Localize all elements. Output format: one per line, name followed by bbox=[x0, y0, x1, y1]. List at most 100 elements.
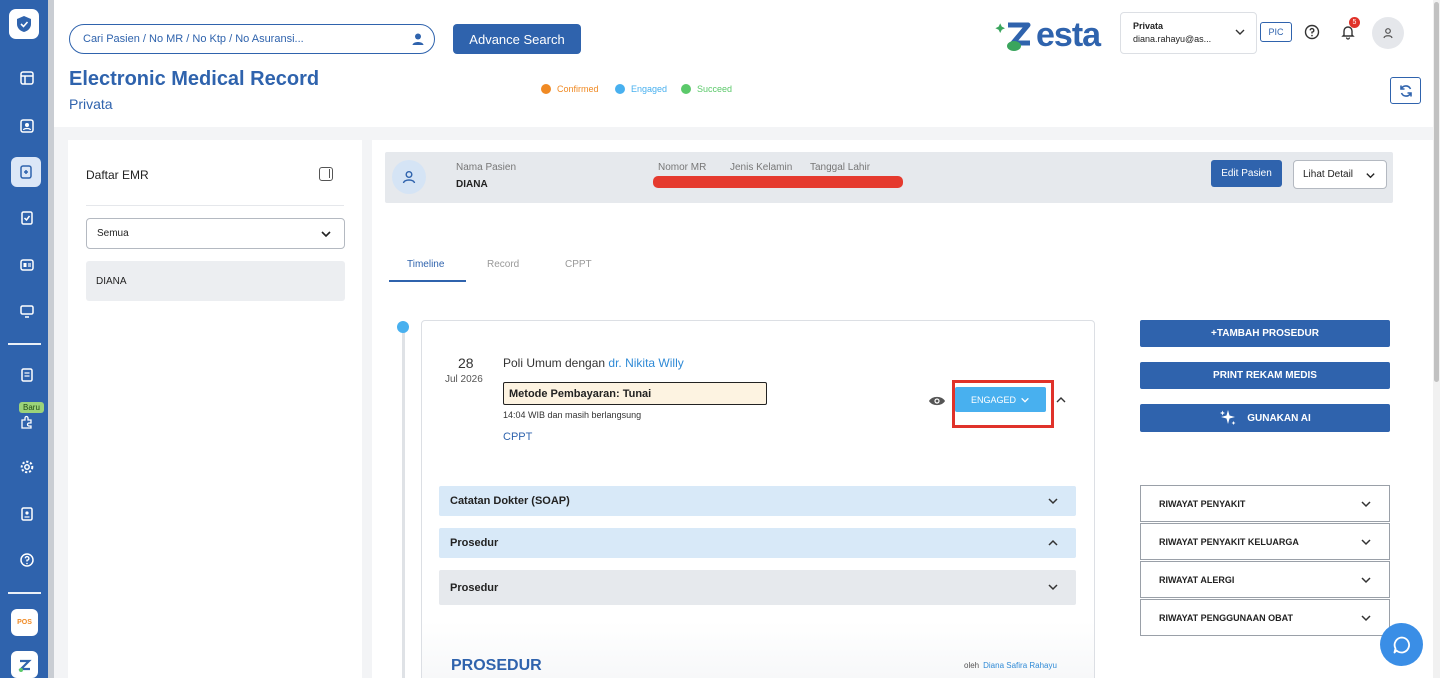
chevron-down-icon bbox=[1048, 498, 1058, 505]
rail-dashboard-icon[interactable] bbox=[12, 63, 42, 93]
refresh-icon bbox=[1399, 84, 1412, 97]
help-icon[interactable] bbox=[1304, 24, 1320, 40]
patient-avatar bbox=[392, 160, 426, 194]
notification-count-badge: 5 bbox=[1349, 17, 1360, 28]
edit-patient-button[interactable]: Edit Pasien bbox=[1211, 160, 1282, 187]
zesta-app-icon[interactable] bbox=[11, 651, 38, 678]
page-scrollbar[interactable] bbox=[1433, 0, 1440, 678]
legend-engaged: Engaged bbox=[615, 84, 667, 94]
rail-checklist-icon[interactable] bbox=[12, 203, 42, 233]
chevron-down-icon bbox=[1021, 397, 1029, 403]
tab-record[interactable]: Record bbox=[487, 259, 519, 270]
emr-list-title: Daftar EMR bbox=[86, 168, 149, 182]
rail-puzzle-icon[interactable] bbox=[12, 407, 42, 437]
brand-text: esta bbox=[1036, 16, 1101, 54]
succeed-dot bbox=[681, 84, 691, 94]
patient-name-value: DIANA bbox=[456, 179, 488, 190]
procedure-section-expanded[interactable]: Prosedur bbox=[439, 528, 1076, 558]
advance-search-button[interactable]: Advance Search bbox=[453, 24, 581, 54]
panel-toggle-icon[interactable] bbox=[319, 167, 333, 181]
user-icon bbox=[412, 33, 424, 45]
visit-day: 28 bbox=[458, 355, 474, 371]
patient-name-label: Nama Pasien bbox=[456, 162, 517, 173]
rail-help-icon[interactable] bbox=[12, 545, 42, 575]
doctor-link[interactable]: dr. Nikita Willy bbox=[608, 356, 683, 370]
timeline-dot bbox=[397, 321, 409, 333]
top-header: Cari Pasien / No MR / No Ktp / No Asuran… bbox=[54, 0, 1433, 127]
author-link[interactable]: Diana Safira Rahayu bbox=[983, 661, 1057, 670]
medication-history-section[interactable]: RIWAYAT PENGGUNAAN OBAT bbox=[1140, 599, 1390, 636]
eye-icon[interactable] bbox=[928, 394, 946, 408]
rail-monitor-icon[interactable] bbox=[12, 296, 42, 326]
chevron-up-icon bbox=[1048, 539, 1058, 546]
emr-list-panel: Daftar EMR Semua DIANA bbox=[68, 140, 362, 678]
active-tab-indicator bbox=[389, 280, 466, 282]
page-subtitle: Privata bbox=[69, 96, 113, 112]
chat-bubble-icon bbox=[1393, 636, 1410, 653]
visit-title: Poli Umum dengan dr. Nikita Willy bbox=[503, 356, 684, 370]
chevron-down-icon bbox=[1361, 539, 1371, 546]
family-history-section[interactable]: RIWAYAT PENYAKIT KELUARGA bbox=[1140, 523, 1390, 560]
status-dropdown-button[interactable]: ENGAGED bbox=[955, 387, 1046, 412]
visit-month-year: Jul 2026 bbox=[445, 374, 483, 385]
print-record-button[interactable]: PRINT REKAM MEDIS bbox=[1140, 362, 1390, 389]
tab-cppt[interactable]: CPPT bbox=[565, 259, 592, 270]
patient-info-bar: Nama Pasien DIANA Nomor MR Jenis Kelamin… bbox=[385, 152, 1393, 203]
add-procedure-button[interactable]: +TAMBAH PROSEDUR bbox=[1140, 320, 1390, 347]
redaction-mark bbox=[653, 176, 903, 188]
soap-notes-section[interactable]: Catatan Dokter (SOAP) bbox=[439, 486, 1076, 516]
rail-patient-card-icon[interactable] bbox=[12, 111, 42, 141]
user-avatar[interactable] bbox=[1372, 17, 1404, 49]
chevron-down-icon bbox=[1361, 501, 1371, 508]
chevron-down-icon bbox=[1366, 173, 1375, 179]
page-title: Electronic Medical Record bbox=[69, 68, 320, 90]
pos-app-icon[interactable]: POS bbox=[11, 609, 38, 636]
procedure-section[interactable]: Prosedur bbox=[439, 570, 1076, 605]
chevron-down-icon bbox=[1361, 577, 1371, 584]
rail-emr-icon[interactable] bbox=[11, 157, 41, 187]
emr-filter-select[interactable]: Semua bbox=[86, 218, 345, 249]
app-logo[interactable] bbox=[9, 9, 39, 39]
rail-document-icon[interactable] bbox=[12, 360, 42, 390]
scrollbar-thumb[interactable] bbox=[1434, 2, 1439, 382]
dob-label: Tanggal Lahir bbox=[810, 162, 871, 173]
filter-value: Semua bbox=[97, 228, 129, 239]
refresh-button[interactable] bbox=[1390, 77, 1421, 104]
user-icon bbox=[402, 171, 416, 184]
patient-search-input[interactable]: Cari Pasien / No MR / No Ktp / No Asuran… bbox=[69, 24, 435, 54]
account-selector[interactable]: Privata diana.rahayu@as... bbox=[1120, 12, 1257, 54]
emr-list-item[interactable]: DIANA bbox=[86, 261, 345, 301]
procedure-author: oleh Diana Safira Rahayu bbox=[964, 661, 1057, 670]
legend-confirmed: Confirmed bbox=[541, 84, 599, 94]
search-placeholder: Cari Pasien / No MR / No Ktp / No Asuran… bbox=[83, 33, 304, 45]
use-ai-button[interactable]: GUNAKAN AI bbox=[1140, 404, 1390, 432]
zesta-z-icon bbox=[995, 22, 1031, 51]
engaged-dot bbox=[615, 84, 625, 94]
chevron-down-icon bbox=[1048, 584, 1058, 591]
legend-succeed: Succeed bbox=[681, 84, 732, 94]
disease-history-section[interactable]: RIWAYAT PENYAKIT bbox=[1140, 485, 1390, 522]
visit-card: 28 Jul 2026 Poli Umum dengan dr. Nikita … bbox=[421, 320, 1095, 678]
user-icon bbox=[1383, 28, 1393, 39]
brand-logo: esta bbox=[994, 16, 1101, 55]
view-detail-dropdown[interactable]: Lihat Detail bbox=[1293, 160, 1387, 189]
payment-method: Metode Pembayaran: Tunai bbox=[503, 382, 767, 405]
rail-id-card-icon[interactable] bbox=[12, 250, 42, 280]
pic-button[interactable]: PIC bbox=[1260, 22, 1292, 42]
chevron-down-icon bbox=[1235, 29, 1245, 35]
rail-report-icon[interactable] bbox=[12, 499, 42, 529]
chevron-down-icon bbox=[1361, 615, 1371, 622]
collapse-chevron-up-icon[interactable] bbox=[1055, 394, 1067, 406]
rail-settings-icon[interactable] bbox=[12, 452, 42, 482]
shield-logo-icon bbox=[17, 16, 31, 32]
allergy-history-section[interactable]: RIWAYAT ALERGI bbox=[1140, 561, 1390, 598]
rail-divider bbox=[8, 343, 41, 345]
chat-button[interactable] bbox=[1380, 623, 1423, 666]
chevron-down-icon bbox=[321, 231, 331, 238]
confirmed-dot bbox=[541, 84, 551, 94]
mr-number-label: Nomor MR bbox=[658, 162, 707, 173]
cppt-link[interactable]: CPPT bbox=[503, 431, 532, 443]
divider bbox=[86, 205, 344, 206]
tab-timeline[interactable]: Timeline bbox=[407, 259, 444, 270]
rail-divider bbox=[8, 592, 41, 594]
